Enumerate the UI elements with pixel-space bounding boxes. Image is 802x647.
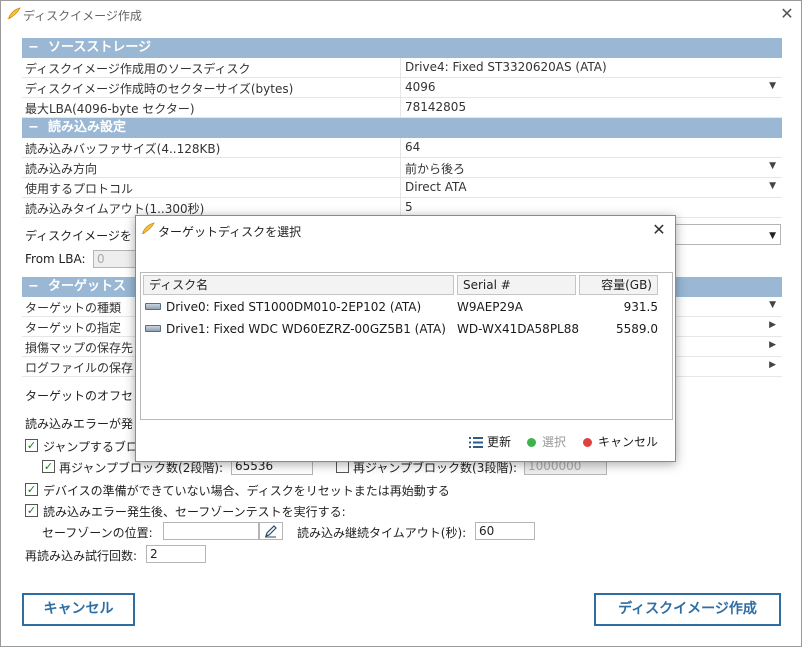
section-title: 読み込み設定 <box>48 120 127 135</box>
collapse-icon[interactable]: − <box>28 38 48 58</box>
refresh-label: 更新 <box>487 435 512 449</box>
property-row[interactable]: 最大LBA(4096-byte セクター) 78142805 <box>22 98 782 118</box>
refresh-button[interactable]: 更新 <box>469 433 511 450</box>
property-value: 64 <box>405 140 421 154</box>
dropdown-arrow-icon[interactable]: ▼ <box>769 228 776 244</box>
property-row[interactable]: 使用するプロトコル Direct ATA ▼ <box>22 178 782 198</box>
read-section: − 読み込み設定 読み込みバッファサイズ(4..128KB) 64 読み込み方向 前か… <box>22 118 782 218</box>
disk-serial: WD-WX41DA58PL88 <box>457 322 580 336</box>
read-error-label: 読み込みエラーが発 <box>25 417 134 431</box>
dialog-cancel-button[interactable]: キャンセル <box>583 433 658 450</box>
property-key: 損傷マップの保存先 <box>25 341 134 355</box>
property-key: 最大LBA(4096-byte セクター) <box>25 102 195 116</box>
property-key: ログファイルの保存 <box>25 361 134 375</box>
image-range-label: ディスクイメージを <box>25 229 132 243</box>
disk-image-window: ディスクイメージ作成 ✕ − ソースストレージ ディスクイメージ作成用のソースディ… <box>0 0 802 647</box>
disk-list: ディスク名 Serial # 容量(GB) Drive0: Fixed ST10… <box>140 272 673 420</box>
jump-checkbox[interactable]: ✓ <box>25 439 38 452</box>
red-dot-icon <box>583 438 592 447</box>
property-row[interactable]: ディスクイメージ作成用のソースディスク Drive4: Fixed ST33206… <box>22 58 782 78</box>
property-key: ターゲットの指定 <box>25 321 122 335</box>
image-range-select[interactable]: ▼ <box>673 224 781 245</box>
safezone-checkbox[interactable]: ✓ <box>25 504 38 517</box>
retry-label: 再読み込み試行回数: <box>25 549 138 563</box>
dropdown-arrow-icon[interactable]: ▼ <box>769 81 776 91</box>
create-image-button[interactable]: ディスクイメージ作成 <box>594 593 781 626</box>
disk-size: 5589.0 <box>616 322 658 336</box>
property-key: 読み込みバッファサイズ(4..128KB) <box>25 142 221 156</box>
property-key: ディスクイメージ作成用のソースディスク <box>25 62 251 76</box>
expand-arrow-icon[interactable]: ▶ <box>769 340 776 350</box>
expand-arrow-icon[interactable]: ▶ <box>769 320 776 330</box>
property-value: Direct ATA <box>405 180 467 194</box>
green-dot-icon <box>527 438 536 447</box>
select-button[interactable]: 選択 <box>527 433 566 450</box>
collapse-icon[interactable]: − <box>28 277 48 297</box>
section-title: ソースストレージ <box>48 40 152 55</box>
property-key: 使用するプロトコル <box>25 182 134 196</box>
app-wing-icon <box>7 7 21 19</box>
table-row[interactable]: Drive0: Fixed ST1000DM010-2EP102 (ATA) W… <box>141 297 672 317</box>
property-value: 前から後ろ <box>405 162 466 176</box>
pencil-icon[interactable] <box>259 522 283 540</box>
disk-drive-icon <box>145 325 161 332</box>
reset-label: デバイスの準備ができていない場合、ディスクをリセットまたは再始動する <box>43 484 450 498</box>
app-wing-icon <box>141 222 155 234</box>
dropdown-arrow-icon[interactable]: ▼ <box>769 181 776 191</box>
table-row[interactable]: Drive1: Fixed WDC WD60EZRZ-00GZ5B1 (ATA)… <box>141 319 672 339</box>
cancel-label: キャンセル <box>598 435 659 449</box>
jump-label: ジャンプするブロ <box>43 440 139 454</box>
expand-arrow-icon[interactable]: ▶ <box>769 360 776 370</box>
source-section: − ソースストレージ ディスクイメージ作成用のソースディスク Drive4: Fix… <box>22 38 782 118</box>
reset-checkbox[interactable]: ✓ <box>25 483 38 496</box>
property-value: Drive4: Fixed ST3320620AS (ATA) <box>405 60 607 74</box>
property-row[interactable]: 読み込み方向 前から後ろ ▼ <box>22 158 782 178</box>
retry-input[interactable]: 2 <box>146 545 206 563</box>
title-bar: ディスクイメージ作成 ✕ <box>1 1 801 27</box>
close-icon[interactable]: ✕ <box>648 219 670 241</box>
safezone-label: 読み込みエラー発生後、セーフゾーンテストを実行する: <box>43 505 346 519</box>
property-value: 78142805 <box>405 100 467 114</box>
from-lba-input[interactable]: 0 <box>93 250 139 268</box>
target-disk-dialog: ターゲットディスクを選択 ✕ ディスク名 Serial # 容量(GB) Dri… <box>135 215 676 462</box>
disk-serial: W9AEP29A <box>457 300 524 314</box>
window-title: ディスクイメージ作成 <box>23 9 142 23</box>
disk-size: 931.5 <box>623 300 658 314</box>
rejump2-checkbox[interactable]: ✓ <box>42 460 55 473</box>
from-lba-label: From LBA: <box>25 252 86 266</box>
property-key: ディスクイメージ作成時のセクターサイズ(bytes) <box>25 82 294 96</box>
property-key: 読み込み方向 <box>25 162 98 176</box>
close-icon[interactable]: ✕ <box>777 3 797 25</box>
column-header-name[interactable]: ディスク名 <box>143 275 454 295</box>
disk-drive-icon <box>145 303 161 310</box>
disk-name: Drive0: Fixed ST1000DM010-2EP102 (ATA) <box>166 300 422 314</box>
property-row[interactable]: ディスクイメージ作成時のセクターサイズ(bytes) 4096 ▼ <box>22 78 782 98</box>
dropdown-arrow-icon[interactable]: ▼ <box>769 161 776 171</box>
collapse-icon[interactable]: − <box>28 118 48 138</box>
property-value: 4096 <box>405 80 436 94</box>
disk-name: Drive1: Fixed WDC WD60EZRZ-00GZ5B1 (ATA) <box>166 322 446 336</box>
select-label: 選択 <box>542 435 567 449</box>
dropdown-arrow-icon[interactable]: ▼ <box>769 300 776 310</box>
section-header-source[interactable]: − ソースストレージ <box>22 38 782 58</box>
column-header-size[interactable]: 容量(GB) <box>579 275 658 295</box>
section-title: ターゲットス <box>48 279 127 294</box>
column-header-serial[interactable]: Serial # <box>457 275 576 295</box>
property-key: ターゲットの種類 <box>25 301 122 315</box>
continue-timeout-label: 読み込み継続タイムアウト(秒): <box>297 526 467 540</box>
continue-timeout-input[interactable]: 60 <box>475 522 535 540</box>
list-icon <box>469 437 483 448</box>
property-value: 5 <box>405 200 413 214</box>
safezone-position-input[interactable] <box>163 522 259 540</box>
property-row[interactable]: 読み込みバッファサイズ(4..128KB) 64 <box>22 138 782 158</box>
target-offset-label: ターゲットのオフセ <box>25 389 134 403</box>
dialog-title: ターゲットディスクを選択 <box>158 225 302 239</box>
safezone-position-label: セーフゾーンの位置: <box>42 526 153 540</box>
section-header-read[interactable]: − 読み込み設定 <box>22 118 782 138</box>
cancel-button[interactable]: キャンセル <box>22 593 135 626</box>
